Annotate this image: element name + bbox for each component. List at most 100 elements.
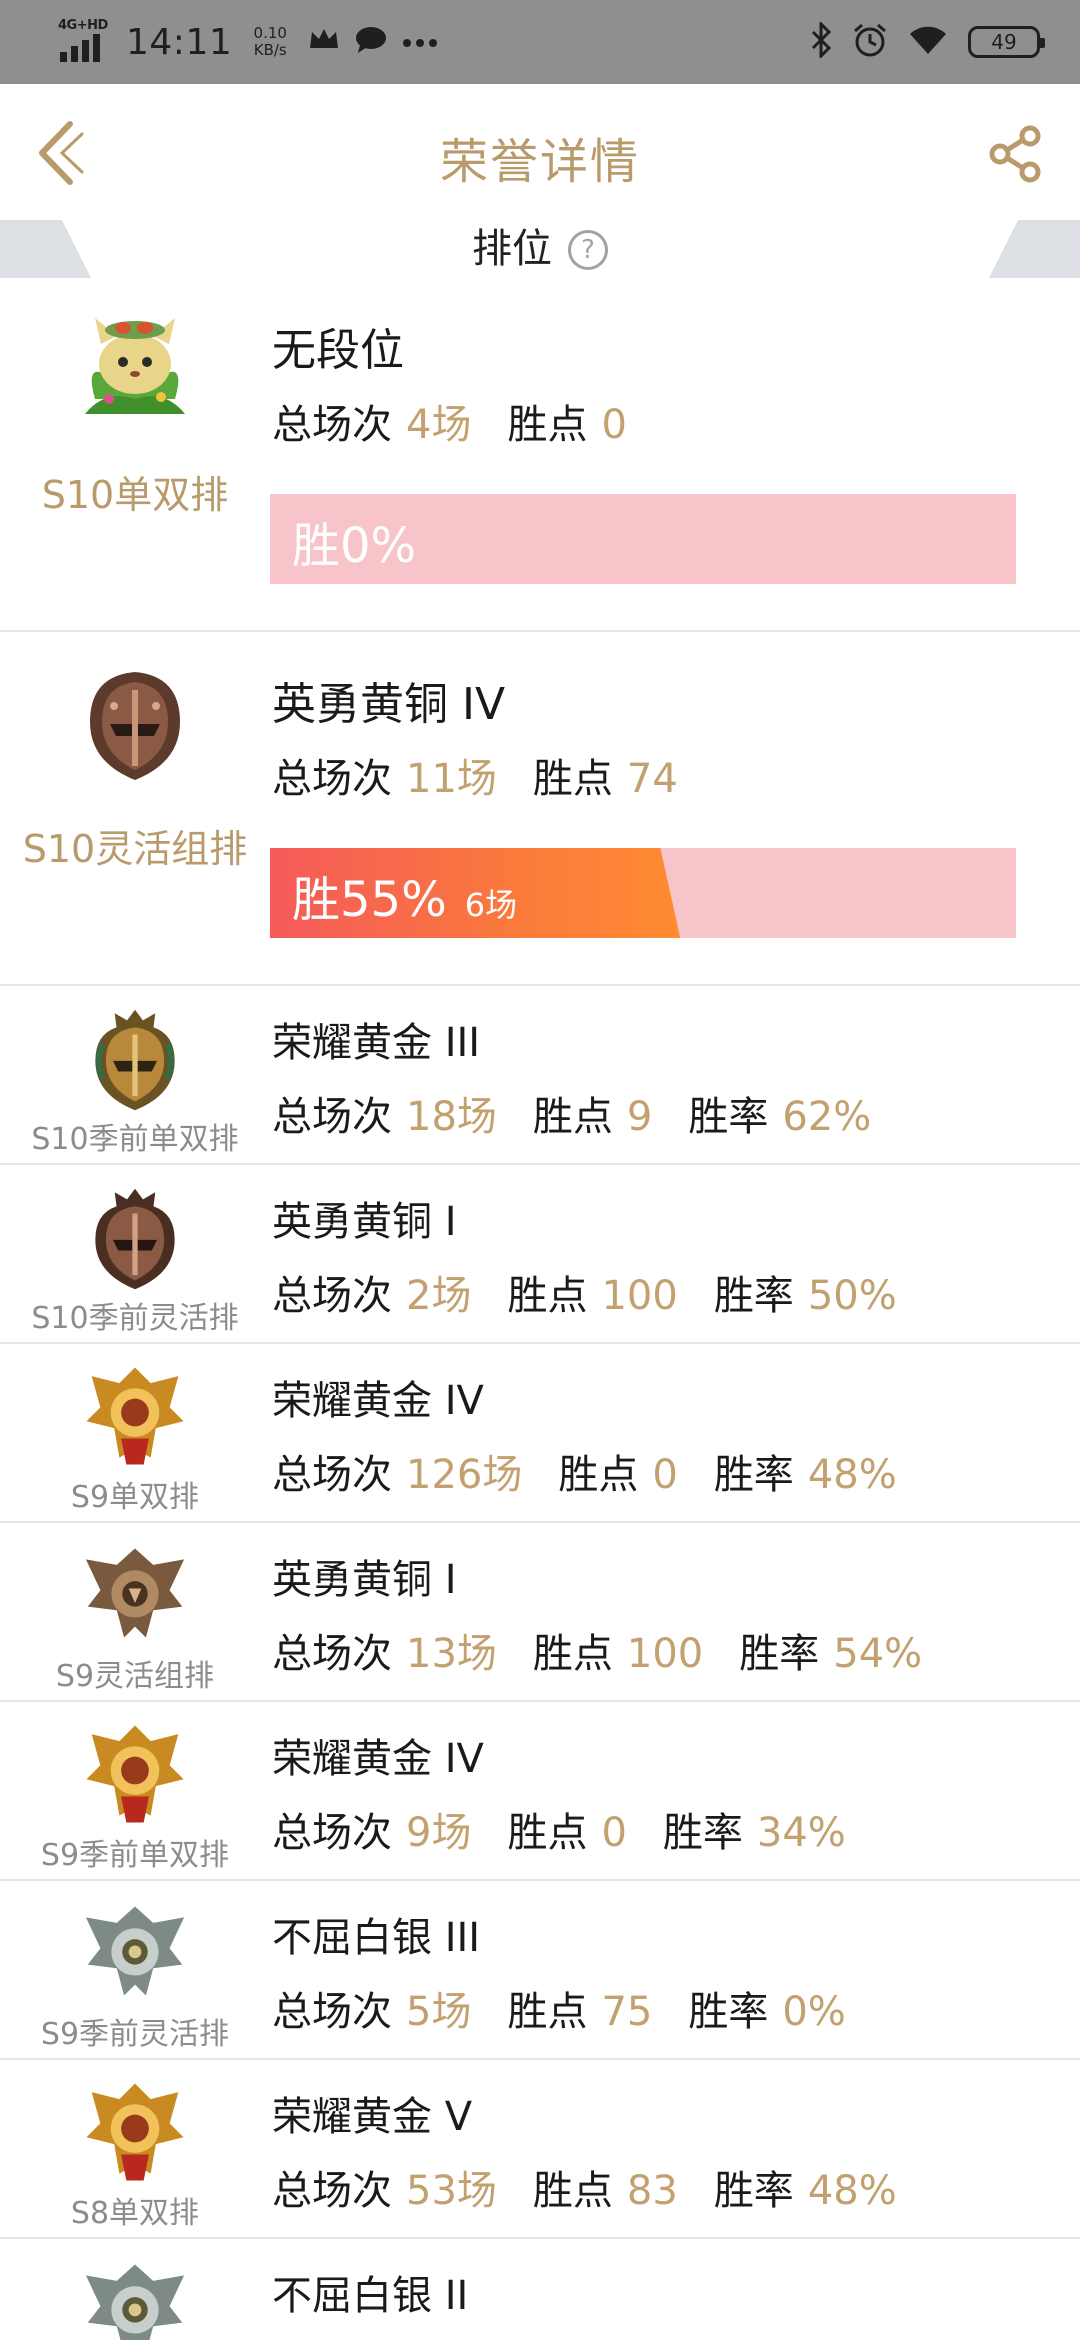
total-value: 2场: [406, 1273, 472, 1319]
rank-card-featured[interactable]: S10单双排 无段位 总场次 4场 胜点 0 胜0%: [0, 278, 1080, 632]
win-rate-text: 胜0%: [292, 518, 417, 574]
rank-history-row[interactable]: S9季前灵活排 不屈白银 III 总场次 5场 胜点 75 胜率 0%: [0, 1881, 1080, 2060]
bronze-helmet-icon: [90, 672, 180, 780]
points-label: 胜点: [532, 1631, 613, 1677]
rate-value: 54%: [833, 1631, 923, 1677]
win-rate-bar: 胜55% 6场: [270, 848, 1016, 938]
points-value: 100: [601, 1273, 678, 1319]
points-value: 83: [626, 2168, 678, 2214]
section-title: 排位: [472, 226, 552, 272]
battery-indicator: 49: [968, 26, 1045, 58]
rate-value: 34%: [756, 1810, 846, 1856]
total-label: 总场次: [272, 1631, 392, 1677]
gold-crest-icon: [86, 1367, 184, 1465]
rate-value: 0%: [782, 1989, 846, 2035]
cellular-signal-icon: 4G+HD: [58, 16, 112, 68]
mode-label: S9季前单双排: [40, 1838, 230, 1873]
rate-value: 50%: [807, 1273, 897, 1319]
network-speed: 0.10 KB/s: [246, 25, 294, 59]
points-value: 100: [626, 1631, 704, 1677]
silver-crest-icon: [85, 2264, 185, 2340]
points-label: 胜点: [532, 756, 613, 802]
stats-line: 总场次 18场 胜点 9 胜率 62%: [272, 1084, 907, 1142]
share-icon: [989, 125, 1041, 183]
rate-label: 胜率: [739, 1631, 820, 1677]
rank-title: 无段位: [272, 325, 404, 376]
battery-level: 49: [991, 30, 1017, 54]
rank-history-row[interactable]: S9季前单双排 荣耀黄金 IV 总场次 9场 胜点 0 胜率 34%: [0, 1702, 1080, 1881]
stats-line: 总场次 2场 胜点 100 胜率 50%: [272, 1263, 933, 1321]
bronze-crest-icon: [85, 1548, 185, 1638]
network-type: 4G+HD: [58, 18, 108, 33]
win-games: 6场: [464, 886, 518, 924]
total-label: 总场次: [272, 1094, 392, 1140]
points-value: 9: [626, 1094, 653, 1140]
points-label: 胜点: [507, 1810, 588, 1856]
total-value: 11场: [406, 756, 497, 802]
mode-label: S9单双排: [70, 1480, 200, 1515]
rate-label: 胜率: [713, 2168, 794, 2214]
points-value: 75: [601, 1989, 653, 2035]
total-value: 9场: [406, 1810, 472, 1856]
total-label: 总场次: [272, 2168, 392, 2214]
teemo-avatar-icon: [85, 318, 185, 414]
rate-label: 胜率: [688, 1094, 769, 1140]
rank-title: 荣耀黄金 V: [272, 2094, 473, 2140]
points-label: 胜点: [532, 1094, 613, 1140]
total-label: 总场次: [272, 1273, 392, 1319]
rate-value: 48%: [807, 2168, 897, 2214]
rate-value: 62%: [782, 1094, 872, 1140]
section-banner: 排位?: [0, 220, 1080, 278]
rate-label: 胜率: [713, 1273, 794, 1319]
clock: 14:11: [126, 21, 233, 63]
mode-label: S8单双排: [70, 2196, 200, 2231]
rank-title: 不屈白银 II: [272, 2273, 469, 2319]
stats-line: 总场次 11场 胜点 74: [272, 746, 714, 804]
rank-history-row[interactable]: S9单双排 荣耀黄金 IV 总场次 126场 胜点 0 胜率 48%: [0, 1344, 1080, 1523]
points-label: 胜点: [507, 1273, 588, 1319]
total-value: 18场: [406, 1094, 497, 1140]
more-dots-icon: [402, 33, 438, 52]
points-value: 0: [652, 1452, 678, 1498]
stats-line: 总场次 9场 胜点 0 胜率 34%: [272, 1800, 882, 1858]
speed-value: 0.10: [253, 24, 287, 42]
rank-history-row[interactable]: S10季前灵活排 英勇黄铜 I 总场次 2场 胜点 100 胜率 50%: [0, 1165, 1080, 1344]
stats-line: 总场次 4场 胜点 0: [272, 392, 663, 450]
rank-title: 英勇黄铜 I: [272, 1557, 457, 1603]
silver-crest-icon: [85, 1906, 185, 1996]
stats-line: 总场次 126场 胜点 0 胜率 48%: [272, 1442, 933, 1500]
gold-crest-icon: [86, 1725, 184, 1823]
share-button[interactable]: [986, 124, 1046, 184]
rank-card-featured[interactable]: S10灵活组排 英勇黄铜 IV 总场次 11场 胜点 74 胜55% 6场: [0, 632, 1080, 986]
total-value: 53场: [406, 2168, 497, 2214]
rank-history-row[interactable]: S10季前单双排 荣耀黄金 III 总场次 18场 胜点 9 胜率 62%: [0, 986, 1080, 1165]
header: 荣誉详情: [0, 84, 1080, 220]
stats-line: 总场次 5场 胜点 75 胜率 0%: [272, 1979, 882, 2037]
rank-history-row[interactable]: 不屈白银 II: [0, 2239, 1080, 2340]
crown-icon: [308, 25, 340, 60]
bronze-helmet-icon: [95, 1188, 175, 1290]
rate-label: 胜率: [688, 1989, 769, 2035]
points-label: 胜点: [532, 2168, 613, 2214]
points-label: 胜点: [558, 1452, 639, 1498]
rate-value: 48%: [807, 1452, 897, 1498]
mode-label: S10季前单双排: [31, 1122, 239, 1157]
total-label: 总场次: [272, 1989, 392, 2035]
stats-line: 总场次 53场 胜点 83 胜率 48%: [272, 2158, 933, 2216]
rank-title: 英勇黄铜 I: [272, 1199, 457, 1245]
win-rate-text: 胜55%: [292, 872, 447, 928]
rank-title: 荣耀黄金 III: [272, 1020, 481, 1066]
wifi-icon: [908, 24, 948, 60]
stats-line: 总场次 13场 胜点 100 胜率 54%: [272, 1621, 958, 1679]
rank-title: 荣耀黄金 IV: [272, 1736, 484, 1782]
rank-history-row[interactable]: S8单双排 荣耀黄金 V 总场次 53场 胜点 83 胜率 48%: [0, 2060, 1080, 2239]
total-label: 总场次: [272, 402, 392, 448]
rank-history-row[interactable]: S9灵活组排 英勇黄铜 I 总场次 13场 胜点 100 胜率 54%: [0, 1523, 1080, 1702]
total-value: 126场: [406, 1452, 523, 1498]
help-icon[interactable]: ?: [568, 230, 608, 270]
win-rate-bar: 胜0%: [270, 494, 1016, 584]
rate-label: 胜率: [713, 1452, 794, 1498]
rank-title: 荣耀黄金 IV: [272, 1378, 484, 1424]
bluetooth-icon: [810, 20, 832, 62]
total-value: 5场: [406, 1989, 472, 2035]
